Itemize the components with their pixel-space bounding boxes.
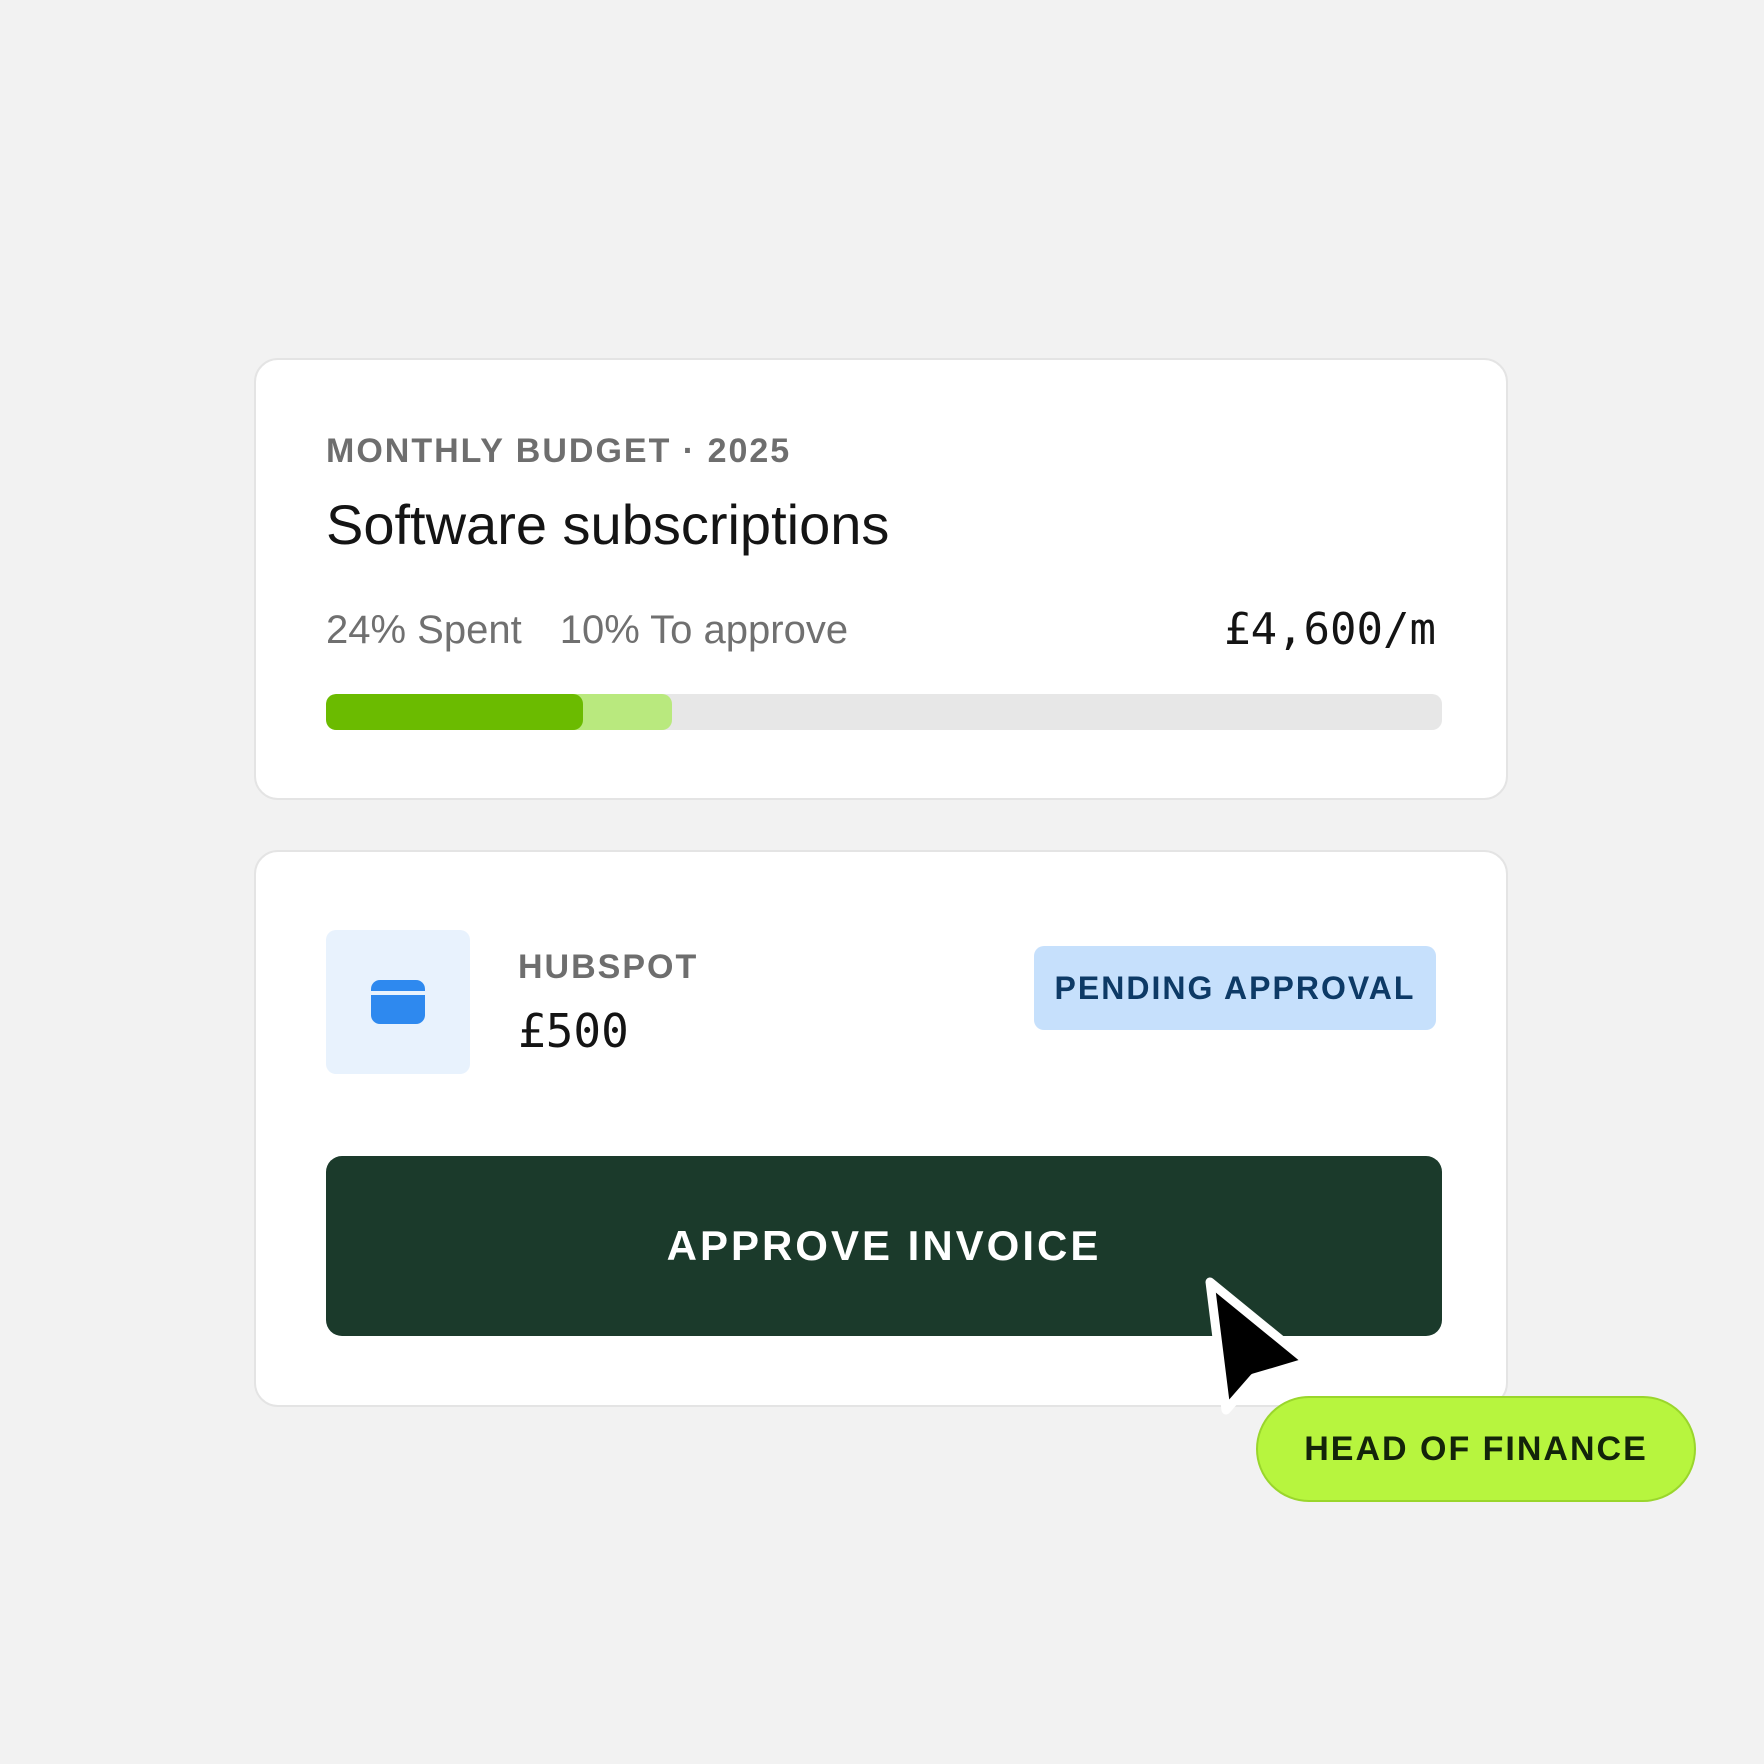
credit-card-icon bbox=[371, 980, 425, 1024]
budget-eyebrow: MONTHLY BUDGET · 2025 bbox=[326, 432, 792, 470]
budget-progress-bar bbox=[326, 694, 1442, 730]
spent-label: 24% Spent bbox=[326, 608, 522, 652]
to-approve-label: 10% To approve bbox=[559, 608, 849, 652]
budget-card: MONTHLY BUDGET · 2025 Software subscript… bbox=[254, 358, 1508, 800]
status-badge: PENDING APPROVAL bbox=[1034, 946, 1436, 1030]
vendor-icon-tile bbox=[326, 930, 470, 1074]
progress-spent-fill bbox=[326, 694, 583, 730]
invoice-amount: £500 bbox=[518, 1004, 629, 1058]
budget-stats: 24% Spent 10% To approve bbox=[326, 608, 848, 653]
user-role-tag: HEAD OF FINANCE bbox=[1256, 1396, 1696, 1502]
budget-amount: £4,600/m bbox=[1224, 604, 1436, 655]
budget-title: Software subscriptions bbox=[326, 493, 890, 556]
vendor-name: HUBSPOT bbox=[518, 948, 699, 986]
